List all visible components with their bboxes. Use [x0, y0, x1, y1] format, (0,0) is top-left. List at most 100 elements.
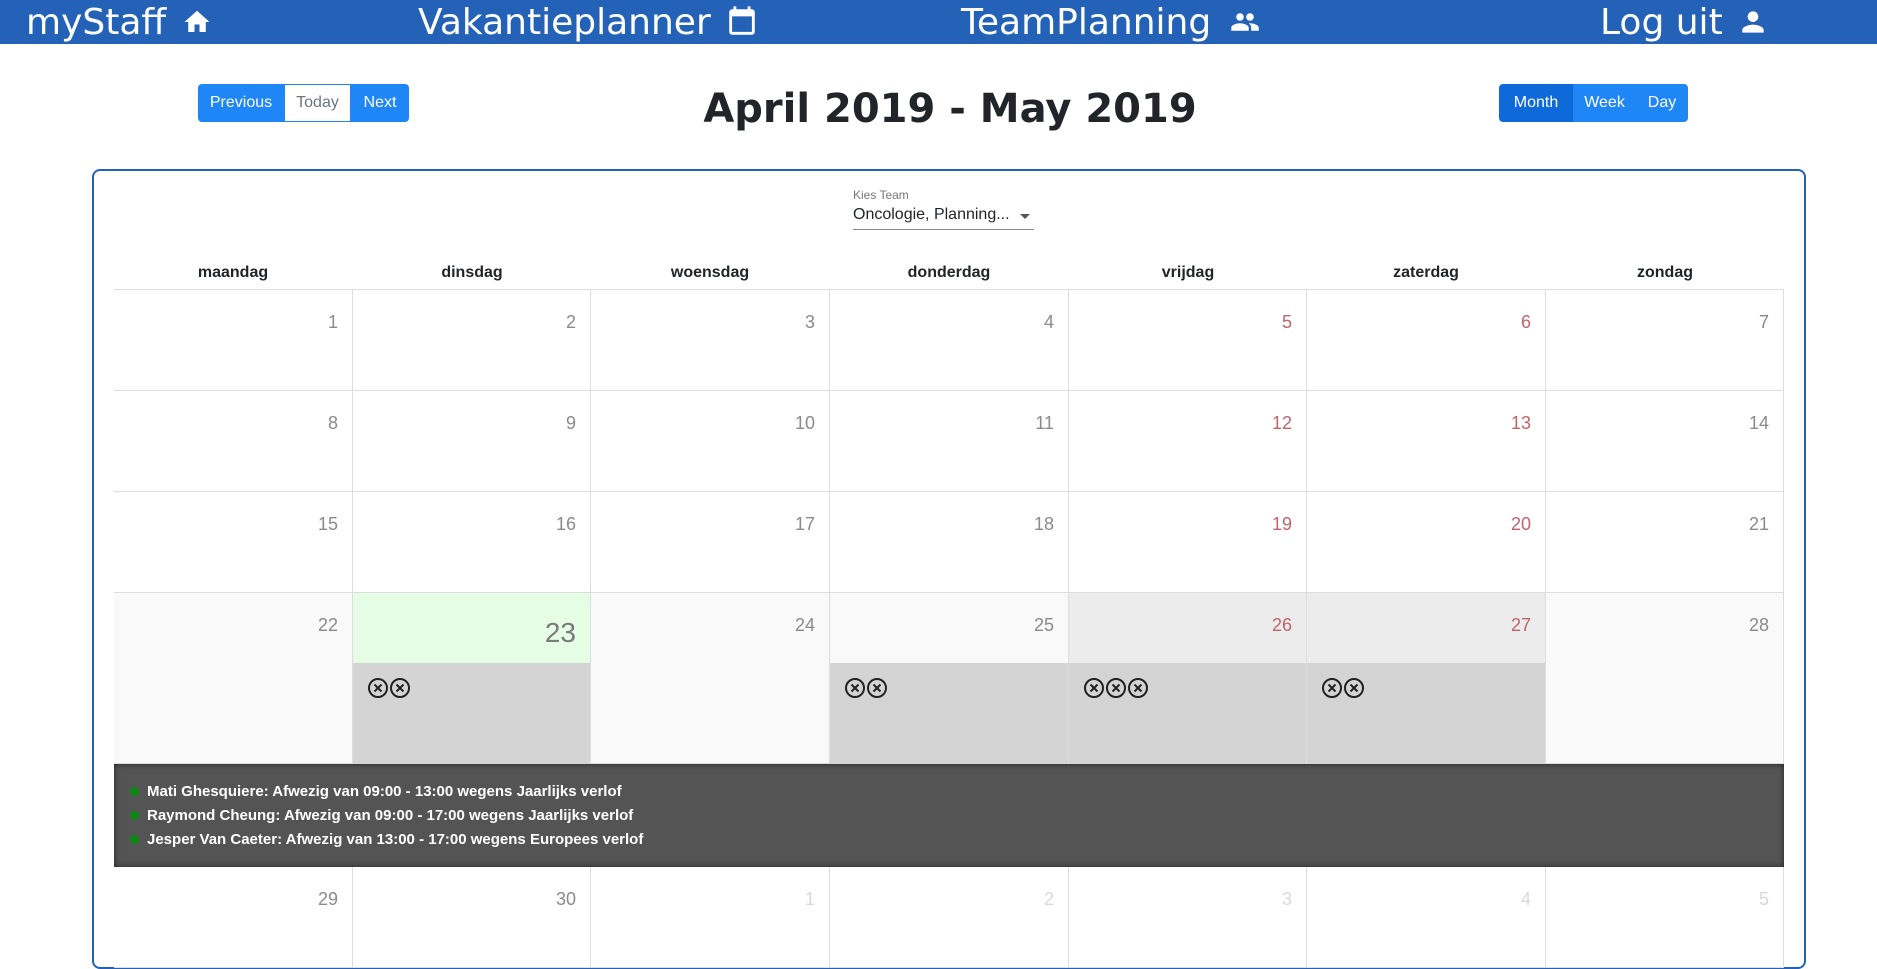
day-number: 18 [1033, 514, 1054, 534]
day-cell[interactable]: 22 [114, 593, 353, 764]
next-button[interactable]: Next [351, 84, 409, 122]
nav-logout-label: Log uit [1600, 1, 1723, 43]
weekday-header: maandag [197, 264, 269, 281]
day-cell[interactable]: 19 [1069, 492, 1307, 593]
home-icon [184, 10, 210, 32]
nav-home[interactable]: myStaff [26, 0, 214, 44]
event-badges[interactable] [1069, 663, 1306, 764]
day-number: 11 [1035, 413, 1054, 433]
cancel-circle-icon [867, 678, 887, 698]
weekday-header: vrijdag [1161, 264, 1215, 281]
weekday-header: dinsdag [441, 264, 503, 281]
day-number: 16 [555, 514, 576, 534]
event-detail-row[interactable]: Jesper Van Caeter: Afwezig van 13:00 - 1… [130, 831, 643, 848]
today-highlight: 23 [353, 593, 590, 663]
day-cell[interactable]: 4 [830, 290, 1069, 391]
day-cell[interactable]: 24 [591, 593, 830, 764]
cancel-circle-icon [1128, 678, 1148, 698]
event-badges[interactable] [830, 663, 1068, 764]
day-cell[interactable]: 12 [1069, 391, 1307, 492]
day-cell[interactable]: 21 [1546, 492, 1784, 593]
day-number: 3 [1281, 889, 1292, 909]
day-cell[interactable]: 3 [591, 290, 830, 391]
day-number: 17 [794, 514, 815, 534]
day-cell[interactable]: 1 [114, 290, 353, 391]
day-number: 15 [317, 514, 338, 534]
event-badges[interactable] [353, 663, 590, 764]
weekday-header: donderdag [907, 264, 991, 281]
day-number: 13 [1510, 413, 1531, 433]
day-cell[interactable]: 2 [353, 290, 591, 391]
day-cell[interactable]: 7 [1546, 290, 1784, 391]
cancel-circle-icon [1106, 678, 1126, 698]
day-cell-today[interactable]: 23 [353, 593, 591, 764]
day-number: 19 [1271, 514, 1292, 534]
day-cell[interactable]: 8 [114, 391, 353, 492]
nav-vacation-label: Vakantieplanner [418, 1, 711, 43]
day-cell[interactable]: 10 [591, 391, 830, 492]
day-number: 5 [1281, 312, 1292, 332]
day-cell[interactable]: 16 [353, 492, 591, 593]
day-cell[interactable]: 20 [1307, 492, 1546, 593]
event-detail-row[interactable]: Mati Ghesquiere: Afwezig van 09:00 - 13:… [130, 783, 622, 800]
day-cell[interactable]: 27 [1307, 593, 1546, 764]
day-number: 2 [1043, 889, 1054, 909]
day-number: 20 [1510, 514, 1531, 534]
day-cell[interactable]: 3 [1069, 867, 1307, 968]
month-view-button[interactable]: Month [1499, 84, 1573, 122]
day-cell[interactable]: 13 [1307, 391, 1546, 492]
chevron-down-icon [1020, 214, 1030, 219]
status-dot [130, 811, 139, 820]
day-cell[interactable]: 15 [114, 492, 353, 593]
day-number: 25 [1033, 615, 1054, 635]
day-number: 29 [317, 889, 338, 909]
cancel-circle-icon [845, 678, 865, 698]
weekday-header: zaterdag [1393, 264, 1459, 281]
event-detail-text: Mati Ghesquiere: Afwezig van 09:00 - 13:… [147, 783, 622, 800]
day-cell[interactable]: 17 [591, 492, 830, 593]
day-cell[interactable]: 11 [830, 391, 1069, 492]
weekday-header: woensdag [670, 264, 750, 281]
day-cell[interactable]: 28 [1546, 593, 1784, 764]
day-cell[interactable]: 25 [830, 593, 1069, 764]
nav-vacation-planner[interactable]: Vakantieplanner [418, 0, 759, 44]
day-number: 5 [1758, 889, 1769, 909]
day-cell[interactable]: 1 [591, 867, 830, 968]
event-detail-row[interactable]: Raymond Cheung: Afwezig van 09:00 - 17:0… [130, 807, 633, 824]
day-cell[interactable]: 6 [1307, 290, 1546, 391]
day-number: 10 [794, 413, 815, 433]
day-number: 1 [804, 889, 815, 909]
event-detail-text: Raymond Cheung: Afwezig van 09:00 - 17:0… [147, 807, 634, 824]
day-view-button[interactable]: Day [1636, 84, 1688, 122]
day-cell[interactable]: 18 [830, 492, 1069, 593]
team-select-value[interactable]: Oncologie, Planning... [853, 206, 1034, 230]
cancel-circle-icon [368, 678, 388, 698]
day-cell[interactable]: 2 [830, 867, 1069, 968]
previous-button[interactable]: Previous [198, 84, 284, 122]
page-title: April 2019 - May 2019 [703, 86, 1197, 132]
nav-logout[interactable]: Log uit [1600, 0, 1769, 44]
day-number: 3 [804, 312, 815, 332]
day-number: 12 [1271, 413, 1292, 433]
today-button[interactable]: Today [284, 84, 351, 122]
day-number: 23 [544, 617, 576, 648]
cancel-circle-icon [1084, 678, 1104, 698]
day-cell[interactable]: 14 [1546, 391, 1784, 492]
nav-home-label: myStaff [26, 1, 167, 43]
day-cell[interactable]: 5 [1069, 290, 1307, 391]
day-cell[interactable]: 4 [1307, 867, 1546, 968]
event-badges[interactable] [1307, 663, 1545, 764]
event-detail-text: Jesper Van Caeter: Afwezig van 13:00 - 1… [147, 831, 644, 848]
week-view-button[interactable]: Week [1573, 84, 1636, 122]
weekday-header: zondag [1637, 264, 1693, 281]
day-cell[interactable]: 29 [114, 867, 353, 968]
day-cell[interactable]: 30 [353, 867, 591, 968]
team-select[interactable]: Kies Team Oncologie, Planning... [853, 188, 1034, 230]
nav-team-label: TeamPlanning [961, 1, 1212, 43]
day-cell[interactable]: 9 [353, 391, 591, 492]
cancel-circle-icon [390, 678, 410, 698]
day-cell[interactable]: 26 [1069, 593, 1307, 764]
day-cell[interactable]: 5 [1546, 867, 1784, 968]
event-detail-panel: Mati Ghesquiere: Afwezig van 09:00 - 13:… [114, 764, 1784, 867]
nav-team-planning[interactable]: TeamPlanning [961, 0, 1265, 44]
